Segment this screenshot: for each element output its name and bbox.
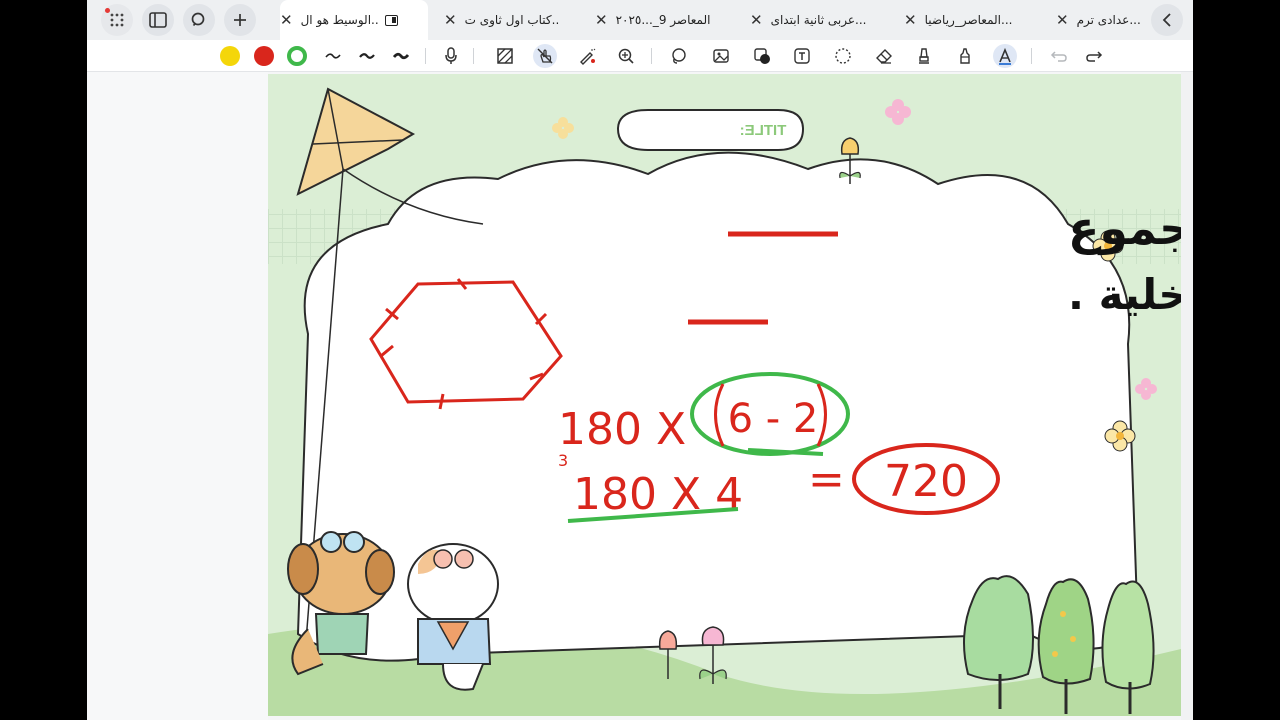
- close-icon[interactable]: ✕: [280, 11, 293, 29]
- color-swatch-green[interactable]: [287, 46, 307, 66]
- tab-label: عدادى ترم...: [1076, 13, 1141, 27]
- undo-button[interactable]: [1047, 44, 1071, 68]
- pen-stroke-1-icon: [325, 53, 341, 59]
- result-value: 720: [884, 456, 968, 507]
- redo-button[interactable]: [1082, 44, 1106, 68]
- color-swatch-yellow[interactable]: [220, 46, 240, 66]
- pen-stroke-2-icon: [359, 53, 375, 59]
- tab-item-1[interactable]: ✕ عدادى ترم...: [1056, 0, 1151, 40]
- title-pill: TITLE:: [616, 109, 805, 151]
- magic-pen-icon: [580, 48, 596, 65]
- tab-item-3[interactable]: ✕ عربى ثانية ابتداى...: [750, 0, 890, 40]
- toolbar-divider: [473, 48, 474, 64]
- search-icon: [191, 12, 205, 27]
- selection-button[interactable]: [831, 44, 855, 68]
- document-icon: [384, 14, 398, 26]
- question-line-1: شكل سداسى اوجد مجموع: [1068, 201, 1181, 255]
- close-icon[interactable]: ✕: [444, 11, 457, 29]
- marker-button[interactable]: [953, 44, 977, 68]
- close-icon[interactable]: ✕: [595, 11, 608, 29]
- marker-icon: [960, 48, 970, 64]
- sidebar-toggle-button[interactable]: [142, 4, 174, 36]
- new-tab-button[interactable]: [224, 4, 256, 36]
- plus-icon: [234, 14, 246, 26]
- image-icon: [713, 49, 729, 63]
- highlighter-button[interactable]: [912, 44, 936, 68]
- image-button[interactable]: [709, 44, 733, 68]
- sidebar-icon: [149, 12, 167, 28]
- left-margin: [87, 72, 268, 720]
- pen-stroke-3-icon: [392, 52, 410, 60]
- title-tag: TITLE:: [740, 122, 787, 139]
- close-icon[interactable]: ✕: [904, 11, 917, 29]
- text-tool-button[interactable]: [993, 44, 1017, 68]
- close-icon[interactable]: ✕: [750, 11, 763, 29]
- microphone-icon: [445, 47, 457, 64]
- text-box-button[interactable]: [790, 44, 814, 68]
- tab-label: المعاصر_رياضيا...: [924, 13, 1013, 27]
- notification-dot: [105, 8, 110, 13]
- tab-label: المعاصر 9_...٢٠٢٥: [615, 13, 711, 27]
- equation-1-left: 180 X: [558, 404, 686, 455]
- tab-label: كتاب اول ثاوى ت..: [464, 13, 560, 27]
- small-mark: 3: [558, 451, 568, 470]
- touch-draw-button[interactable]: [533, 44, 557, 68]
- tab-item-6[interactable]: ✕ الوسيط هو ال..: [280, 0, 428, 40]
- touch-draw-icon: [537, 48, 553, 64]
- tab-item-5[interactable]: ✕ كتاب اول ثاوى ت..: [444, 0, 580, 40]
- question-line-2: قياسات زواياه الداخلية .: [1068, 270, 1181, 320]
- eraser-icon: [876, 49, 892, 64]
- toolbar-divider: [651, 48, 652, 64]
- equation-1-paren: 6 - 2: [728, 396, 819, 442]
- search-button[interactable]: [183, 4, 215, 36]
- scroll-tabs-button[interactable]: [1151, 4, 1183, 36]
- voice-button[interactable]: [439, 44, 463, 68]
- selection-icon: [835, 48, 851, 64]
- lasso-button[interactable]: [667, 44, 691, 68]
- slide-artwork: TITLE: جموع خلية . 180 X 6 - 2 3 180 X 4…: [268, 74, 1193, 716]
- zoom-in-button[interactable]: [614, 44, 638, 68]
- color-swatch-red[interactable]: [254, 46, 274, 66]
- eraser-button[interactable]: [872, 44, 896, 68]
- hatch-button[interactable]: [493, 44, 517, 68]
- redo-icon: [1086, 51, 1103, 62]
- close-icon[interactable]: ✕: [1056, 11, 1069, 29]
- lasso-icon: [672, 48, 686, 64]
- text-icon: [999, 47, 1011, 65]
- pen-stroke-1-button[interactable]: [321, 44, 345, 68]
- magic-pen-button[interactable]: [575, 44, 599, 68]
- tab-item-2[interactable]: ✕ المعاصر_رياضيا...: [904, 0, 1044, 40]
- undo-icon: [1050, 51, 1067, 62]
- tab-label: عربى ثانية ابتداى...: [770, 13, 867, 27]
- shape-icon: [754, 48, 770, 64]
- pen-stroke-3-button[interactable]: [389, 44, 413, 68]
- tab-item-4[interactable]: ✕ المعاصر 9_...٢٠٢٥: [595, 0, 735, 40]
- equals-sign: =: [808, 454, 845, 505]
- tab-bar: ✕ الوسيط هو ال.. ✕ كتاب اول ثاوى ت.. ✕ ا…: [87, 0, 1193, 40]
- tab-label: الوسيط هو ال..: [300, 13, 379, 27]
- hatch-icon: [497, 48, 513, 64]
- slide-canvas[interactable]: TITLE: جموع خلية . 180 X 6 - 2 3 180 X 4…: [268, 74, 1193, 716]
- toolbar-divider: [425, 48, 426, 64]
- app-window: ✕ الوسيط هو ال.. ✕ كتاب اول ثاوى ت.. ✕ ا…: [87, 0, 1193, 720]
- pen-stroke-2-button[interactable]: [355, 44, 379, 68]
- toolbar-divider: [1031, 48, 1032, 64]
- annotation-toolbar: [87, 40, 1193, 72]
- highlighter-icon: [919, 48, 929, 64]
- shape-button[interactable]: [750, 44, 774, 68]
- zoom-in-icon: [618, 48, 634, 64]
- text-box-icon: [794, 48, 810, 64]
- chevron-left-icon: [1162, 13, 1171, 27]
- grid-dots-icon: [110, 13, 124, 27]
- right-scroll-area[interactable]: [1181, 72, 1193, 720]
